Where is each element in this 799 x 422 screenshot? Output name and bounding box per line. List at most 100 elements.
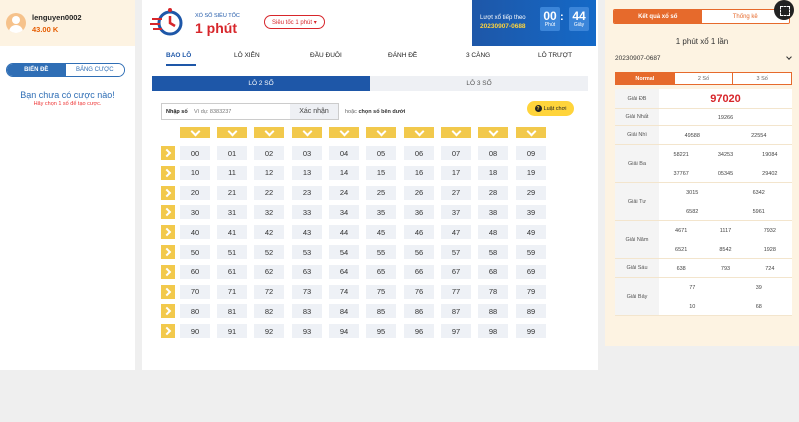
- number-cell[interactable]: 76: [404, 284, 434, 299]
- column-select-chevron-icon[interactable]: [292, 127, 322, 138]
- number-cell[interactable]: 79: [516, 284, 546, 299]
- mode-normal[interactable]: Normal: [616, 73, 674, 84]
- column-select-chevron-icon[interactable]: [180, 127, 210, 138]
- number-cell[interactable]: 96: [404, 324, 434, 339]
- number-cell[interactable]: 08: [478, 146, 508, 160]
- number-cell[interactable]: 57: [441, 245, 471, 259]
- number-cell[interactable]: 80: [180, 304, 210, 319]
- row-select-arrow-icon[interactable]: [161, 205, 175, 220]
- number-cell[interactable]: 70: [180, 284, 210, 299]
- number-cell[interactable]: 73: [292, 284, 322, 299]
- number-cell[interactable]: 11: [217, 165, 247, 180]
- number-cell[interactable]: 83: [292, 304, 322, 319]
- number-cell[interactable]: 91: [217, 324, 247, 339]
- number-cell[interactable]: 04: [329, 146, 359, 160]
- number-cell[interactable]: 01: [217, 146, 247, 160]
- column-select-chevron-icon[interactable]: [217, 127, 247, 138]
- rules-button[interactable]: ? Luật chơi: [527, 101, 574, 116]
- number-cell[interactable]: 00: [180, 146, 210, 160]
- number-cell[interactable]: 28: [478, 185, 508, 200]
- number-cell[interactable]: 15: [366, 165, 396, 180]
- number-cell[interactable]: 61: [217, 264, 247, 279]
- row-select-arrow-icon[interactable]: [161, 225, 175, 240]
- number-cell[interactable]: 77: [441, 284, 471, 299]
- number-cell[interactable]: 02: [254, 146, 284, 160]
- number-cell[interactable]: 07: [441, 146, 471, 160]
- number-cell[interactable]: 27: [441, 185, 471, 200]
- seg-bien-de[interactable]: BIẾN ĐỀ: [7, 64, 66, 76]
- column-select-chevron-icon[interactable]: [404, 127, 434, 138]
- number-cell[interactable]: 23: [292, 185, 322, 200]
- number-cell[interactable]: 38: [478, 205, 508, 220]
- number-cell[interactable]: 67: [441, 264, 471, 279]
- number-cell[interactable]: 20: [180, 185, 210, 200]
- number-cell[interactable]: 84: [329, 304, 359, 319]
- number-cell[interactable]: 32: [254, 205, 284, 220]
- number-cell[interactable]: 78: [478, 284, 508, 299]
- subtab-lo-2-so[interactable]: LÔ 2 SỐ: [152, 76, 370, 91]
- number-cell[interactable]: 42: [254, 225, 284, 240]
- number-cell[interactable]: 24: [329, 185, 359, 200]
- number-cell[interactable]: 44: [329, 225, 359, 240]
- row-select-arrow-icon[interactable]: [161, 284, 175, 299]
- row-select-arrow-icon[interactable]: [161, 165, 175, 180]
- fullscreen-icon[interactable]: [774, 0, 794, 20]
- number-cell[interactable]: 10: [180, 165, 210, 180]
- tab-danh-de[interactable]: ĐÁNH ĐỀ: [388, 52, 417, 59]
- column-select-chevron-icon[interactable]: [366, 127, 396, 138]
- number-cell[interactable]: 56: [404, 245, 434, 259]
- number-cell[interactable]: 99: [516, 324, 546, 339]
- number-cell[interactable]: 94: [329, 324, 359, 339]
- number-cell[interactable]: 16: [404, 165, 434, 180]
- draw-select[interactable]: 20230907-0687: [615, 51, 793, 66]
- number-cell[interactable]: 54: [329, 245, 359, 259]
- column-select-chevron-icon[interactable]: [478, 127, 508, 138]
- number-cell[interactable]: 85: [366, 304, 396, 319]
- number-cell[interactable]: 35: [366, 205, 396, 220]
- number-cell[interactable]: 72: [254, 284, 284, 299]
- number-cell[interactable]: 30: [180, 205, 210, 220]
- number-cell[interactable]: 66: [404, 264, 434, 279]
- number-cell[interactable]: 26: [404, 185, 434, 200]
- tab-dau-duoi[interactable]: ĐẦU ĐUÔI: [310, 52, 342, 59]
- column-select-chevron-icon[interactable]: [441, 127, 471, 138]
- number-cell[interactable]: 34: [329, 205, 359, 220]
- number-cell[interactable]: 47: [441, 225, 471, 240]
- column-select-chevron-icon[interactable]: [516, 127, 546, 138]
- number-cell[interactable]: 46: [404, 225, 434, 240]
- number-cell[interactable]: 06: [404, 146, 434, 160]
- number-cell[interactable]: 74: [329, 284, 359, 299]
- number-cell[interactable]: 82: [254, 304, 284, 319]
- number-cell[interactable]: 87: [441, 304, 471, 319]
- number-cell[interactable]: 97: [441, 324, 471, 339]
- column-select-chevron-icon[interactable]: [254, 127, 284, 138]
- tab-results[interactable]: Kết quả xổ số: [614, 10, 702, 23]
- number-cell[interactable]: 81: [217, 304, 247, 319]
- number-cell[interactable]: 45: [366, 225, 396, 240]
- number-cell[interactable]: 22: [254, 185, 284, 200]
- number-cell[interactable]: 52: [254, 245, 284, 259]
- number-cell[interactable]: 58: [478, 245, 508, 259]
- number-cell[interactable]: 59: [516, 245, 546, 259]
- number-cell[interactable]: 98: [478, 324, 508, 339]
- row-select-arrow-icon[interactable]: [161, 304, 175, 319]
- tab-lo-xien[interactable]: LÔ XIÊN: [234, 52, 260, 59]
- tab-bao-lo[interactable]: BAO LÔ: [166, 52, 191, 59]
- mode-3-so[interactable]: 3 Số: [732, 73, 792, 84]
- number-cell[interactable]: 62: [254, 264, 284, 279]
- number-cell[interactable]: 31: [217, 205, 247, 220]
- number-cell[interactable]: 55: [366, 245, 396, 259]
- row-select-arrow-icon[interactable]: [161, 245, 175, 259]
- number-cell[interactable]: 03: [292, 146, 322, 160]
- mode-2-so[interactable]: 2 Số: [673, 73, 733, 84]
- number-cell[interactable]: 19: [516, 165, 546, 180]
- avatar[interactable]: [6, 13, 26, 33]
- number-cell[interactable]: 41: [217, 225, 247, 240]
- number-cell[interactable]: 51: [217, 245, 247, 259]
- number-cell[interactable]: 75: [366, 284, 396, 299]
- number-cell[interactable]: 93: [292, 324, 322, 339]
- number-cell[interactable]: 14: [329, 165, 359, 180]
- number-input[interactable]: [192, 104, 290, 119]
- number-cell[interactable]: 49: [516, 225, 546, 240]
- number-cell[interactable]: 21: [217, 185, 247, 200]
